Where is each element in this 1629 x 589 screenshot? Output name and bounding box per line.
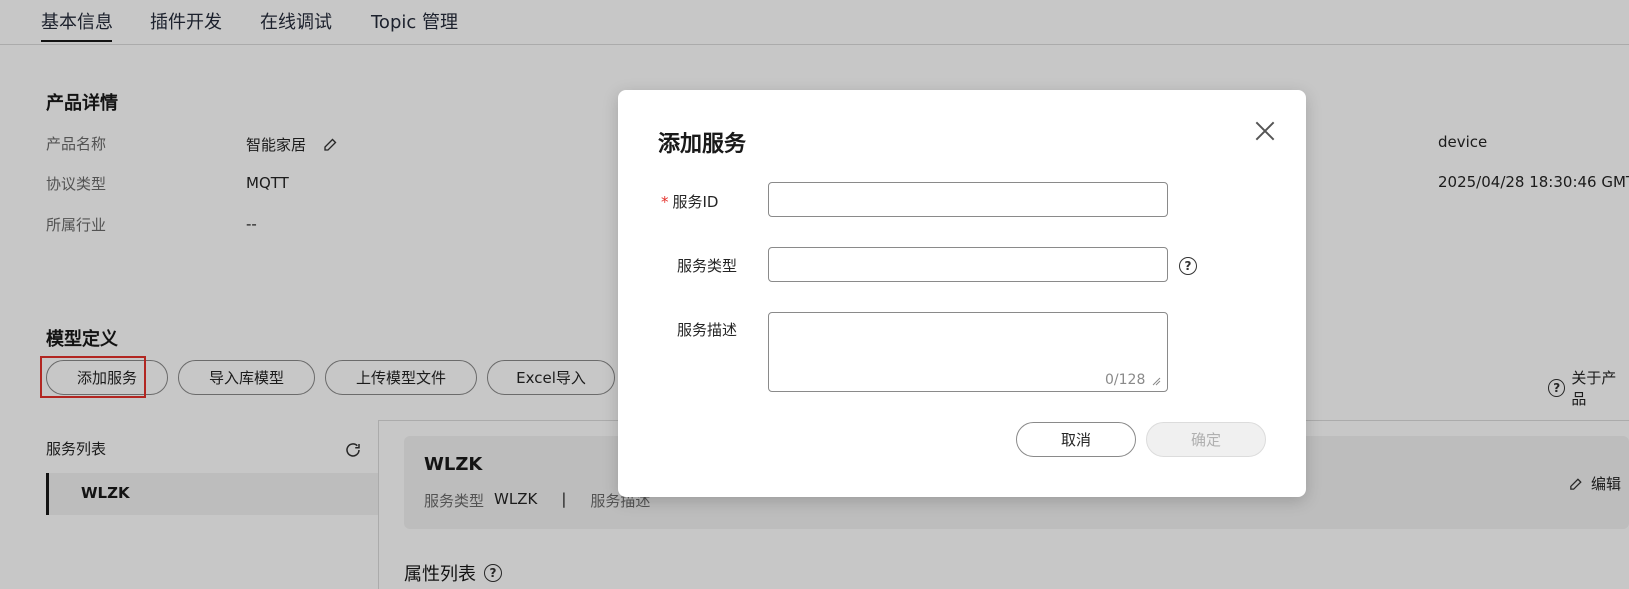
service-type-input[interactable] [768,247,1168,282]
service-id-label-group: * 服务ID [661,191,718,212]
confirm-button[interactable]: 确定 [1146,422,1266,457]
service-desc-label: 服务描述 [677,321,738,339]
service-id-input[interactable] [768,182,1168,217]
help-circle-icon[interactable]: ? [1179,257,1197,275]
char-counter: 0/128 [1105,372,1146,388]
service-id-label: 服务ID [672,193,719,211]
dialog-title: 添加服务 [658,132,747,157]
cancel-button[interactable]: 取消 [1016,422,1136,457]
required-mark: * [661,193,669,211]
resize-grip-icon[interactable] [1151,376,1161,386]
service-type-label: 服务类型 [677,257,738,275]
close-icon[interactable] [1252,118,1278,144]
add-service-dialog: 添加服务 * 服务ID 服务类型 ? 服务描述 0/128 取消 确定 [618,90,1306,497]
